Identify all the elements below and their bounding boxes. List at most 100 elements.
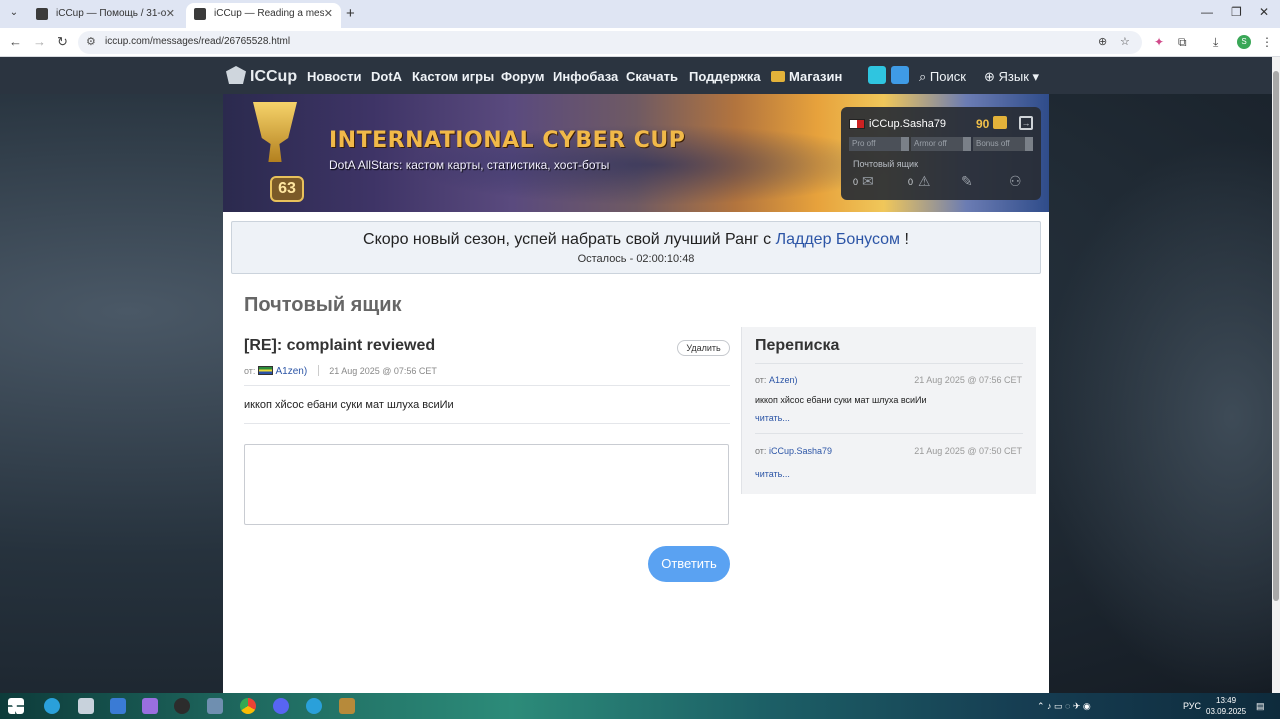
iccup-favicon-icon	[194, 8, 206, 20]
reply-textarea[interactable]	[244, 444, 729, 525]
nav-news[interactable]: Новости	[307, 69, 362, 84]
divider	[244, 385, 730, 386]
close-window-icon[interactable]: ✕	[1259, 5, 1269, 19]
nav-language[interactable]: ⊕ Язык ▾	[984, 69, 1039, 85]
nav-language-label: Язык	[998, 69, 1029, 84]
browser-tabstrip: ⌄ iCCup — Помощь / 31-оскорб ✕ iCCup — R…	[0, 0, 1280, 28]
message-meta: от: A1zen) 21 Aug 2025 @ 07:56 CET	[244, 365, 437, 377]
friends-icon[interactable]: ⚇	[1009, 173, 1022, 190]
browser-tab-help[interactable]: iCCup — Помощь / 31-оскорб ✕	[28, 3, 183, 28]
thread-item-snippet: иккоп хйсос ебани суки мат шлуха всиИи	[755, 395, 927, 405]
sender-flag-icon	[257, 366, 273, 375]
from-label: от:	[755, 446, 767, 456]
extension-icon[interactable]: ✦	[1154, 35, 1164, 49]
tab-title: iCCup — Reading a message fro	[214, 8, 324, 19]
caret-down-icon: ▾	[1032, 69, 1040, 84]
warcraft-icon[interactable]	[339, 698, 355, 714]
nav-custom-games[interactable]: Кастом игры	[412, 69, 494, 84]
username[interactable]: iCCup.Sasha79	[869, 118, 946, 130]
warning-count: 0	[908, 177, 914, 187]
discord-icon[interactable]	[273, 698, 289, 714]
download-icon[interactable]: ⤓	[1213, 35, 1218, 50]
thread-read-link[interactable]: читать...	[755, 413, 790, 423]
message-date: 21 Aug 2025 @ 07:56 CET	[329, 366, 437, 376]
iccup-favicon-icon	[36, 8, 48, 20]
site-info-icon[interactable]: ⚙	[86, 35, 96, 48]
reply-button[interactable]: Ответить	[648, 546, 730, 582]
delete-button[interactable]: Удалить	[677, 340, 730, 356]
telegram-icon[interactable]	[44, 698, 60, 714]
banner-title: INTERNATIONAL CYBER CUP	[329, 128, 686, 153]
thread-sender-link[interactable]: iCCup.Sasha79	[769, 446, 832, 456]
conversation-title: Переписка	[755, 337, 840, 354]
pro-toggle[interactable]: Pro off	[849, 137, 909, 151]
scrollbar-thumb[interactable]	[1273, 71, 1279, 601]
input-language[interactable]: РУС	[1183, 701, 1201, 711]
sender-link[interactable]: A1zen)	[275, 366, 307, 377]
back-icon[interactable]: ←	[9, 34, 22, 49]
user-panel: iCCup.Sasha79 90 → Pro off Armor off Bon…	[841, 107, 1041, 200]
nav-search[interactable]: ⌕ Поиск	[919, 69, 966, 85]
network-app-icon[interactable]	[207, 698, 223, 714]
zoom-icon[interactable]: ⊕	[1098, 35, 1107, 48]
close-tab-icon[interactable]: ✕	[166, 3, 175, 25]
nav-forum[interactable]: Форум	[501, 69, 544, 84]
tab-search-icon[interactable]: ⌄	[6, 5, 22, 21]
clock-date: 03.09.2025	[1206, 707, 1247, 716]
taskbar-clock[interactable]: 13:49 03.09.2025	[1206, 695, 1246, 717]
restore-icon[interactable]: ❐	[1231, 5, 1242, 19]
page-scrollbar[interactable]	[1272, 57, 1280, 693]
from-label: от:	[244, 366, 256, 376]
season-notice: Скоро новый сезон, успей набрать свой лу…	[231, 221, 1041, 274]
reload-icon[interactable]: ↻	[57, 34, 68, 50]
nav-shop[interactable]: Магазин	[771, 69, 842, 84]
chrome-icon[interactable]	[240, 698, 256, 714]
thread-read-link[interactable]: читать...	[755, 469, 790, 479]
tab-title: iCCup — Помощь / 31-оскорб	[56, 8, 166, 19]
level-badge: 63	[270, 176, 304, 202]
logout-icon[interactable]: →	[1019, 116, 1033, 130]
thread-item-from: от: iCCup.Sasha79	[755, 446, 832, 456]
iccup-logo-icon	[226, 66, 246, 84]
bookmark-star-icon[interactable]: ☆	[1120, 35, 1130, 48]
nav-download[interactable]: Скачать	[626, 69, 678, 84]
ladder-bonus-link[interactable]: Ладдер Бонусом	[776, 231, 900, 248]
season-notice-text: Скоро новый сезон, успей набрать свой лу…	[232, 231, 1040, 249]
logo-text: ICCup	[250, 68, 298, 85]
nav-infobase[interactable]: Инфобаза	[553, 69, 618, 84]
wrench-icon[interactable]: ✎	[961, 173, 973, 190]
close-tab-icon[interactable]: ✕	[324, 3, 333, 25]
new-tab-icon[interactable]: +	[346, 5, 355, 22]
profile-card-icon[interactable]	[891, 66, 909, 84]
extensions-puzzle-icon[interactable]: ⧉	[1178, 35, 1187, 50]
mail-envelope-icon[interactable]: ✉	[862, 173, 874, 190]
telegram-alt-icon[interactable]	[306, 698, 322, 714]
nav-dota[interactable]: DotA	[371, 69, 402, 84]
game-client-icon[interactable]	[174, 698, 190, 714]
banner-subtitle: DotA AllStars: кастом карты, статистика,…	[329, 158, 610, 172]
url-text[interactable]: iccup.com/messages/read/26765528.html	[105, 36, 290, 47]
thread-item-from: от: A1zen)	[755, 375, 797, 385]
nav-support[interactable]: Поддержка	[689, 69, 761, 84]
minimize-icon[interactable]: —	[1201, 5, 1213, 19]
notepad-icon[interactable]	[78, 698, 94, 714]
pro-toggle-label: Pro off	[852, 139, 876, 148]
profile-avatar[interactable]: S	[1237, 35, 1251, 49]
browser-toolbar: ← → ↻ ⚙ iccup.com/messages/read/26765528…	[0, 28, 1280, 57]
clock-time: 13:49	[1216, 696, 1237, 705]
tray-icons[interactable]: ⌃ ♪ ▭ ◌ ✈ ◉	[1037, 701, 1091, 712]
warning-icon[interactable]: ⚠	[918, 173, 931, 190]
twitch-icon[interactable]	[868, 66, 886, 84]
browser-tab-message[interactable]: iCCup — Reading a message fro ✕	[186, 3, 341, 28]
notifications-icon[interactable]: ▤	[1256, 701, 1265, 712]
bonus-toggle[interactable]: Bonus off	[973, 137, 1033, 151]
forward-icon[interactable]: →	[33, 34, 46, 49]
thread-sender-link[interactable]: A1zen)	[769, 375, 798, 385]
address-bar[interactable]: ⚙ iccup.com/messages/read/26765528.html …	[78, 31, 1142, 54]
app-icon[interactable]	[110, 698, 126, 714]
menu-dots-icon[interactable]: ⋮	[1261, 35, 1273, 49]
feather-icon[interactable]	[142, 698, 158, 714]
site-logo[interactable]: ICCup	[226, 66, 297, 86]
coins-icon	[993, 116, 1007, 129]
armor-toggle[interactable]: Armor off	[911, 137, 971, 151]
